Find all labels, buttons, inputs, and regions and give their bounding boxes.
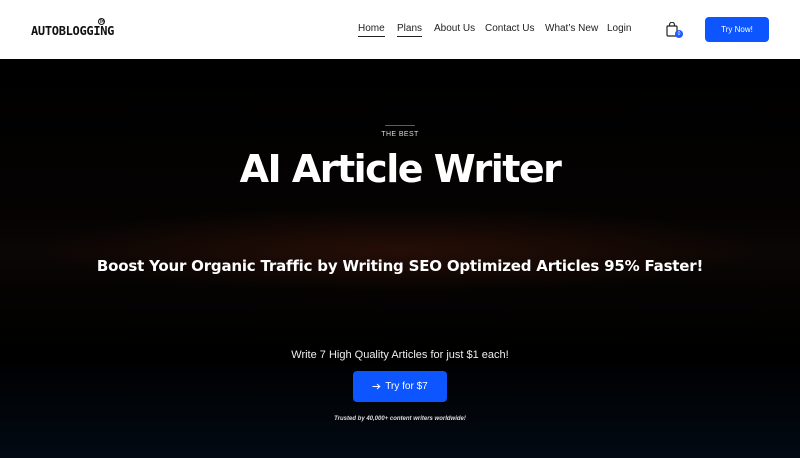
- logo-text: AUTOBLOGGING: [31, 24, 115, 38]
- hero-section: THE BEST AI Article Writer Boost Your Or…: [0, 59, 800, 458]
- nav-item-plans[interactable]: Plans: [397, 23, 423, 37]
- nav-item-home[interactable]: Home: [358, 23, 385, 37]
- nav-item-whats-new[interactable]: What’s New: [545, 23, 598, 34]
- nav-item-about-us[interactable]: About Us: [434, 23, 475, 34]
- hero-eyebrow: THE BEST: [381, 131, 419, 138]
- cart-button[interactable]: 0: [666, 21, 683, 40]
- nav-item-login[interactable]: Login: [607, 23, 631, 34]
- eyebrow-divider: [385, 125, 415, 126]
- logo[interactable]: AUTOBLOGGING TM: [31, 18, 115, 38]
- hero-subhead: Boost Your Organic Traffic by Writing SE…: [96, 257, 704, 275]
- trust-text: Trusted by 40,000+ content writers world…: [334, 416, 466, 422]
- hero-headline: AI Article Writer: [239, 147, 562, 191]
- try-now-button[interactable]: Try Now!: [705, 17, 769, 42]
- try-for-7-button[interactable]: Try for $7: [353, 371, 447, 402]
- hero-offer-text: Write 7 High Quality Articles for just $…: [291, 349, 509, 361]
- nav-item-contact-us[interactable]: Contact Us: [485, 23, 534, 34]
- arrow-right-icon: [372, 383, 381, 390]
- cta-label: Try for $7: [385, 381, 428, 392]
- trademark-mark: TM: [98, 18, 105, 25]
- cart-count-badge: 0: [675, 30, 683, 38]
- site-header: AUTOBLOGGING TM Home Plans About Us Cont…: [0, 0, 800, 59]
